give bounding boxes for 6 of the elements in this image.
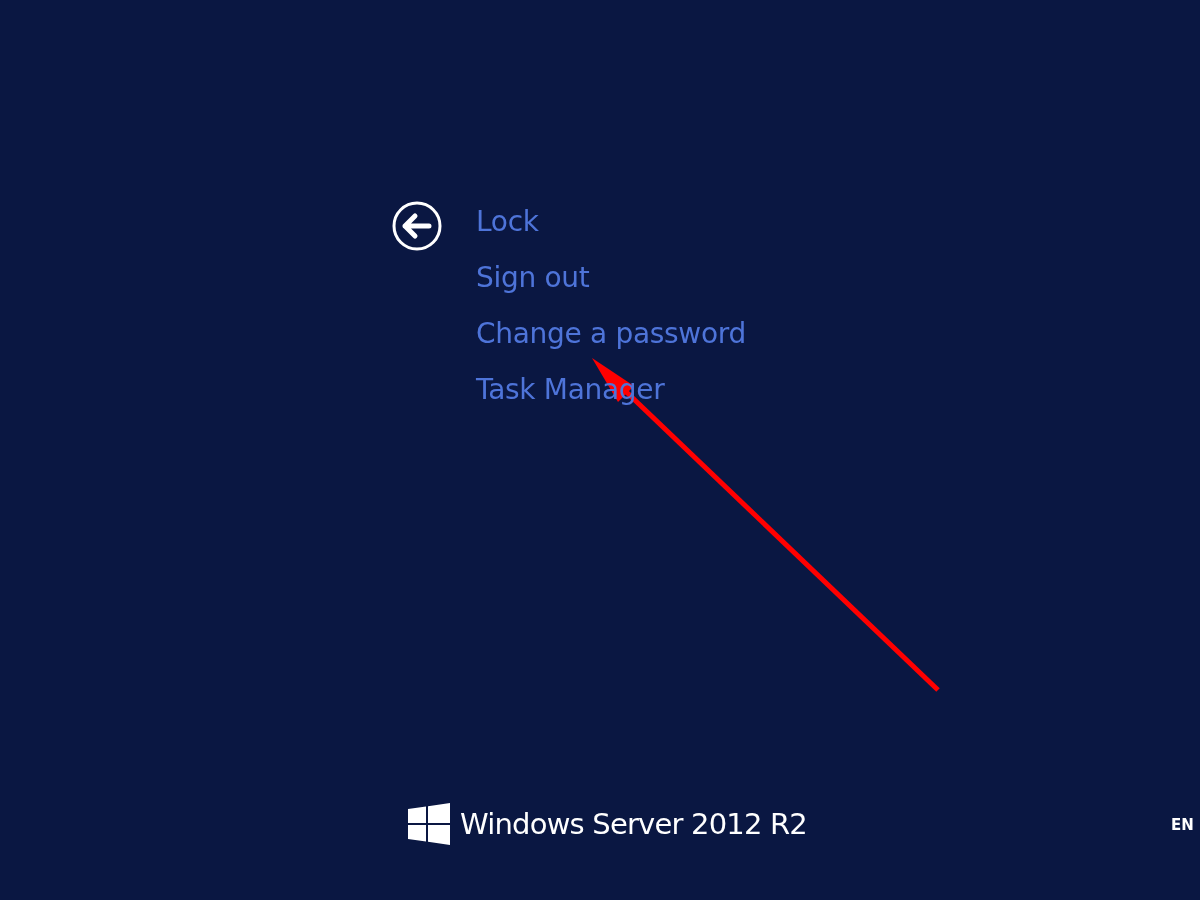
menu-link[interactable]: Sign out	[476, 250, 746, 306]
product-name: Windows Server 2012 R2	[460, 807, 807, 841]
language-indicator[interactable]: EN	[1171, 816, 1194, 834]
menu-link[interactable]: Lock	[476, 194, 746, 250]
menu-link[interactable]: Change a password	[476, 306, 746, 362]
windows-logo-icon	[408, 803, 450, 845]
